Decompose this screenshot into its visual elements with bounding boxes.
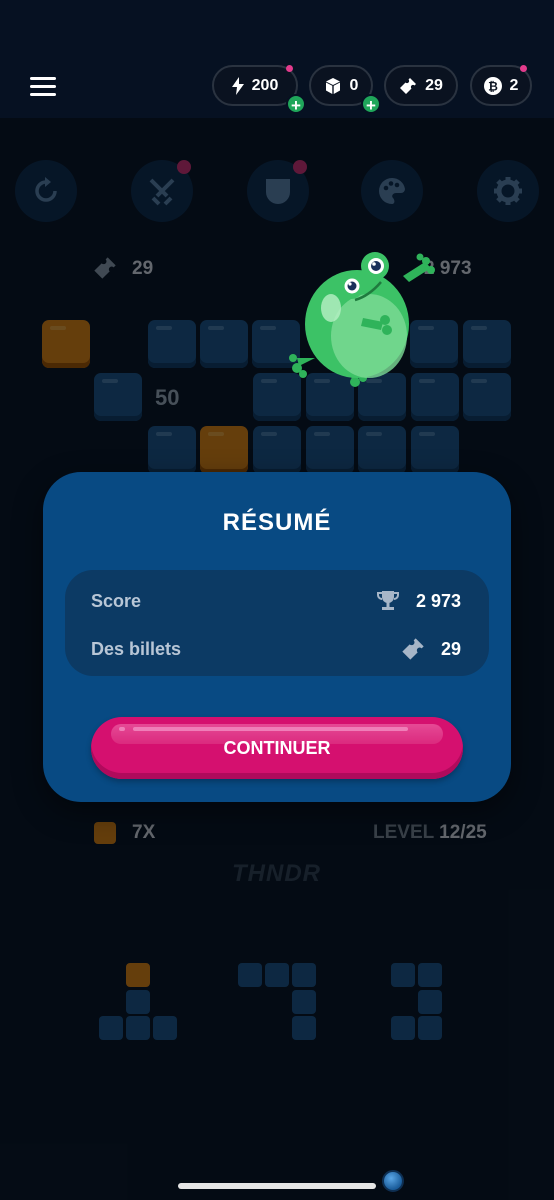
notification-dot xyxy=(286,65,293,72)
tile[interactable] xyxy=(253,426,301,474)
restart-button[interactable] xyxy=(15,160,77,222)
level-label: LEVEL xyxy=(373,822,434,843)
bitcoin-icon: ₿ xyxy=(483,76,502,95)
svg-text:₿: ₿ xyxy=(488,79,498,93)
ticket-icon xyxy=(400,77,417,94)
shield-button[interactable] xyxy=(247,160,309,222)
multiplier: 7X xyxy=(132,822,156,843)
menu-icon[interactable] xyxy=(30,77,56,96)
ticket-icon xyxy=(94,257,116,279)
add-boxes-button[interactable]: + xyxy=(361,94,381,115)
top-bar: 200 + 0 + 29 ₿ 2 xyxy=(0,0,554,118)
tickets-count: 29 xyxy=(425,76,443,94)
tile[interactable] xyxy=(148,320,196,368)
level-value: 12/25 xyxy=(439,822,487,843)
tile[interactable] xyxy=(463,320,511,368)
settings-button[interactable] xyxy=(477,160,539,222)
score-row: Score 2 973 xyxy=(91,586,461,616)
floating-ball-icon[interactable] xyxy=(382,1170,404,1192)
notification-dot xyxy=(177,160,191,174)
tile[interactable] xyxy=(94,373,142,421)
notification-dot xyxy=(293,160,307,174)
energy-count: 200 xyxy=(251,76,279,94)
tile[interactable] xyxy=(42,320,90,368)
bolt-icon xyxy=(231,76,244,95)
summary-stats: Score 2 973 Des billets 29 xyxy=(65,570,489,676)
frog-icon xyxy=(289,252,435,387)
energy-pill[interactable]: 200 + xyxy=(212,65,306,115)
brand-logo: THNDR xyxy=(232,860,321,887)
ticket-icon xyxy=(402,638,424,660)
tile[interactable] xyxy=(148,426,196,474)
coins-count: 2 xyxy=(509,76,519,94)
restart-icon xyxy=(35,177,57,202)
tickets-label: Des billets xyxy=(91,638,182,659)
tile[interactable] xyxy=(306,426,354,474)
notification-dot xyxy=(520,65,527,72)
next-tile-swatch xyxy=(94,822,116,844)
tile[interactable] xyxy=(200,320,248,368)
continue-button[interactable]: CONTINUER xyxy=(91,717,463,779)
coins-pill[interactable]: ₿ 2 xyxy=(470,65,532,106)
add-energy-button[interactable]: + xyxy=(286,94,306,115)
swords-icon xyxy=(149,178,175,206)
tickets-value: 29 xyxy=(440,638,461,659)
summary-modal: RÉSUMÉ Score 2 973 Des billets 29 CONTIN… xyxy=(43,472,511,802)
tile[interactable] xyxy=(411,426,459,474)
score-label: Score xyxy=(91,590,142,611)
score-value: 2 973 xyxy=(415,590,461,611)
boxes-pill[interactable]: 0 + xyxy=(309,65,381,115)
home-indicator[interactable] xyxy=(178,1183,376,1189)
level-indicator: LEVEL 12/25 xyxy=(373,822,487,844)
theme-button[interactable] xyxy=(361,160,423,222)
modal-title: RÉSUMÉ xyxy=(222,509,332,536)
palette-icon xyxy=(379,177,405,204)
board-tickets: 29 xyxy=(132,258,154,279)
cube-icon xyxy=(325,77,340,94)
shield-icon xyxy=(266,179,290,204)
continue-label: CONTINUER xyxy=(223,737,331,758)
tile[interactable] xyxy=(463,373,511,421)
trophy-icon xyxy=(376,591,399,610)
tile[interactable] xyxy=(200,426,248,474)
gear-icon xyxy=(494,177,522,205)
boxes-count: 0 xyxy=(349,76,359,94)
tickets-pill[interactable]: 29 xyxy=(384,65,458,106)
tile[interactable] xyxy=(358,426,406,474)
battle-button[interactable] xyxy=(131,160,193,222)
tile-number: 50 xyxy=(155,385,180,410)
tickets-row: Des billets 29 xyxy=(91,634,461,664)
